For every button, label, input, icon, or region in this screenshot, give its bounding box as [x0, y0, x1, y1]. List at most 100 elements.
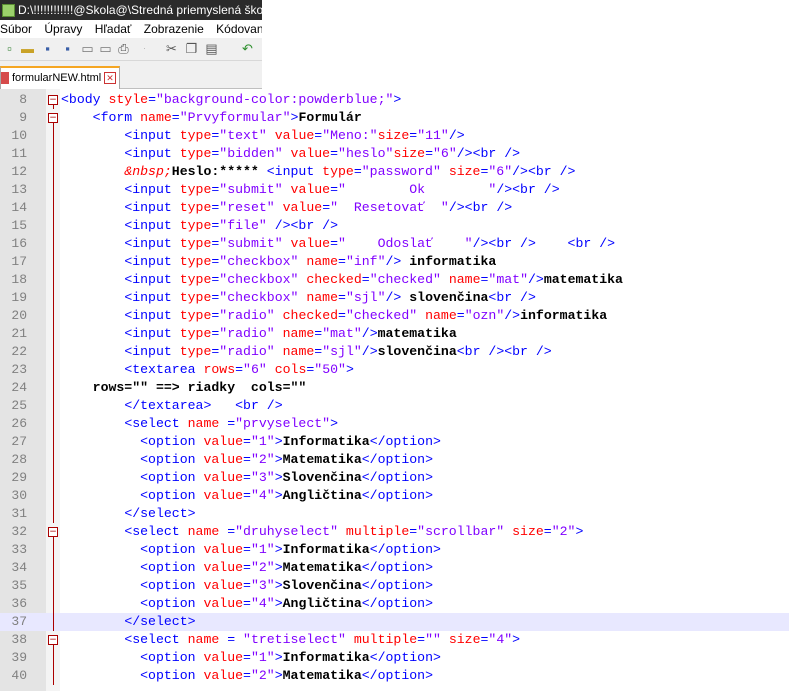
code-token: Matematika: [282, 560, 362, 575]
code-token: /><br />: [456, 146, 521, 161]
code-line[interactable]: 34 <option value="2">Matematika</option>: [0, 559, 789, 577]
code-token: " Ok ": [338, 182, 497, 197]
code-token: =: [235, 362, 244, 377]
close-icon[interactable]: ▭: [80, 41, 95, 56]
code-line[interactable]: 32− <select name ="druhyselect" multiple…: [0, 523, 789, 541]
code-token: />: [361, 344, 378, 359]
line-number: 31: [11, 506, 27, 521]
code-line[interactable]: 20 <input type="radio" checked="checked"…: [0, 307, 789, 325]
code-line[interactable]: 24 rows="" ==> riadky cols="": [0, 379, 789, 397]
new-file-icon[interactable]: ▫: [2, 41, 17, 56]
code-text: </textarea> <br />: [61, 397, 282, 415]
code-token: =: [243, 650, 251, 665]
menu-subor[interactable]: Súbor: [0, 22, 32, 36]
code-token: "tretiselect": [243, 632, 346, 647]
code-token: "radio": [219, 344, 275, 359]
save-icon[interactable]: ▪: [40, 41, 55, 56]
undo-icon[interactable]: ↶: [240, 41, 255, 56]
code-token: "4": [250, 488, 275, 503]
code-line[interactable]: 15 <input type="file" /><br />: [0, 217, 789, 235]
menu-kodovanie[interactable]: Kódovanie: [216, 22, 262, 36]
print-icon[interactable]: ⎙: [116, 41, 131, 56]
code-line[interactable]: 14 <input type="reset" value=" Resetovať…: [0, 199, 789, 217]
code-line[interactable]: 23 <textarea rows="6" cols="50">: [0, 361, 789, 379]
code-token: checked: [306, 272, 362, 287]
code-line[interactable]: 37 </select>: [0, 613, 789, 631]
code-line[interactable]: 16 <input type="submit" value=" Odoslať …: [0, 235, 789, 253]
tab-label: formularNEW.html: [12, 72, 102, 84]
code-line[interactable]: 33 <option value="1">Informatika</option…: [0, 541, 789, 559]
fold-guide-line: [53, 645, 54, 685]
code-token: "4": [250, 596, 275, 611]
code-editor[interactable]: 8− <body style="background-color:powderbl…: [0, 89, 789, 691]
code-line[interactable]: 18 <input type="checkbox" checked="check…: [0, 271, 789, 289]
line-number: 35: [11, 578, 27, 593]
code-line[interactable]: 30 <option value="4">Angličtina</option>: [0, 487, 789, 505]
fold-collapse-icon[interactable]: −: [48, 95, 58, 105]
line-number: 21: [11, 326, 27, 341]
code-token: multiple: [353, 632, 418, 647]
fold-collapse-icon[interactable]: −: [48, 635, 58, 645]
code-line[interactable]: 29 <option value="3">Slovenčina</option>: [0, 469, 789, 487]
code-token: value: [290, 146, 331, 161]
line-number: 16: [11, 236, 27, 251]
fold-collapse-icon[interactable]: −: [48, 527, 58, 537]
code-text: <option value="3">Slovenčina</option>: [61, 577, 433, 595]
code-line[interactable]: 12 &nbsp;Heslo:***** <input type="passwo…: [0, 163, 789, 181]
code-line[interactable]: 8 − <body style="background-color:powderbl…: [0, 91, 789, 109]
close-all-icon[interactable]: ▭: [98, 41, 113, 56]
code-line[interactable]: 13 <input type="submit" value=" Ok "/><b…: [0, 181, 789, 199]
code-line[interactable]: 17 <input type="checkbox" name="inf"/> i…: [0, 253, 789, 271]
code-line[interactable]: 19 <input type="checkbox" name="sjl"/> s…: [0, 289, 789, 307]
code-token: /><br />: [266, 218, 339, 233]
menu-zobrazenie[interactable]: Zobrazenie: [144, 22, 204, 36]
code-line[interactable]: 35 <option value="3">Slovenčina</option>: [0, 577, 789, 595]
code-line[interactable]: 10 <input type="text" value="Meno:"size=…: [0, 127, 789, 145]
code-line[interactable]: 21 <input type="radio" name="mat"/>matem…: [0, 325, 789, 343]
code-line[interactable]: 36 <option value="4">Angličtina</option>: [0, 595, 789, 613]
fold-collapse-icon[interactable]: −: [48, 113, 58, 123]
code-token: slovenčina: [377, 344, 457, 359]
line-number: 32: [11, 524, 27, 539]
code-token: name: [187, 524, 220, 539]
code-line[interactable]: 27 <option value="1">Informatika</option…: [0, 433, 789, 451]
copy-icon[interactable]: ❐: [184, 41, 199, 56]
code-token: informatika: [401, 254, 497, 269]
code-token: cols: [274, 362, 307, 377]
menu-hladat[interactable]: Hľadať: [95, 22, 132, 36]
tab-formularnew[interactable]: formularNEW.html ✕: [0, 66, 120, 89]
code-token: type: [179, 344, 212, 359]
line-number: 8: [19, 92, 27, 107]
code-line[interactable]: 39 <option value="1">Informatika</option…: [0, 649, 789, 667]
line-number: 28: [11, 452, 27, 467]
code-line[interactable]: 38 − <select name = "tretiselect" multipl…: [0, 631, 789, 649]
line-number: 17: [11, 254, 27, 269]
tab-close-icon[interactable]: ✕: [104, 72, 116, 84]
code-line[interactable]: 31 </select>: [0, 505, 789, 523]
menu-bar: Súbor Úpravy Hľadať Zobrazenie Kódovanie: [0, 20, 262, 38]
code-token: </textarea>: [124, 398, 212, 413]
code-line[interactable]: 40 <option value="2">Matematika</option>: [0, 667, 789, 685]
code-line[interactable]: 28 <option value="2">Matematika</option>: [0, 451, 789, 469]
code-token: "password": [361, 164, 441, 179]
save-all-icon[interactable]: ▪: [60, 41, 75, 56]
open-file-icon[interactable]: ▬: [20, 41, 35, 56]
menu-upravy[interactable]: Úpravy: [44, 22, 82, 36]
code-line[interactable]: 25 </textarea> <br />: [0, 397, 789, 415]
code-token: =: [243, 542, 251, 557]
code-token: matematika: [543, 272, 623, 287]
cut-icon[interactable]: ✂: [164, 41, 179, 56]
paste-icon[interactable]: ▤: [204, 41, 219, 56]
code-token: <input: [124, 326, 180, 341]
code-line[interactable]: 11 <input type="bidden" value="heslo"siz…: [0, 145, 789, 163]
code-line[interactable]: 9 − <form name="Prvyformular">Formulár: [0, 109, 789, 127]
code-token: "text": [219, 128, 267, 143]
code-line[interactable]: 26 <select name ="prvyselect">: [0, 415, 789, 433]
tab-bar: formularNEW.html ✕: [0, 61, 262, 89]
code-line[interactable]: 22 <input type="radio" name="sjl"/>slove…: [0, 343, 789, 361]
code-token: name: [306, 254, 339, 269]
